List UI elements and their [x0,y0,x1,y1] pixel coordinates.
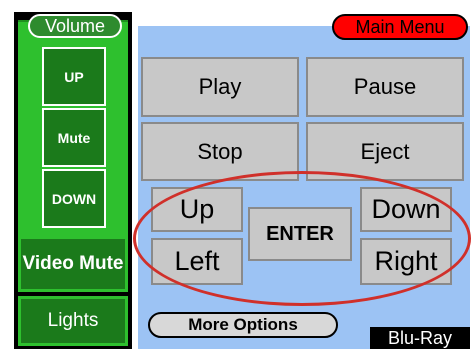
pause-button[interactable]: Pause [306,57,464,117]
lights-button[interactable]: Lights [18,296,128,346]
more-options-button[interactable]: More Options [148,312,338,338]
video-mute-button[interactable]: Video Mute [18,236,128,292]
volume-down-button[interactable]: DOWN [42,169,106,228]
stop-button[interactable]: Stop [141,122,299,181]
play-button[interactable]: Play [141,57,299,117]
nav-right-button[interactable]: Right [360,238,452,285]
eject-button[interactable]: Eject [306,122,464,181]
source-label: Blu-Ray [370,327,470,349]
volume-title: Volume [28,14,122,38]
volume-up-button[interactable]: UP [42,47,106,106]
main-menu-button[interactable]: Main Menu [332,14,468,40]
nav-up-button[interactable]: Up [151,187,243,232]
volume-mute-button[interactable]: Mute [42,108,106,167]
enter-button[interactable]: ENTER [248,207,352,261]
nav-left-button[interactable]: Left [151,238,243,285]
nav-down-button[interactable]: Down [360,187,452,232]
